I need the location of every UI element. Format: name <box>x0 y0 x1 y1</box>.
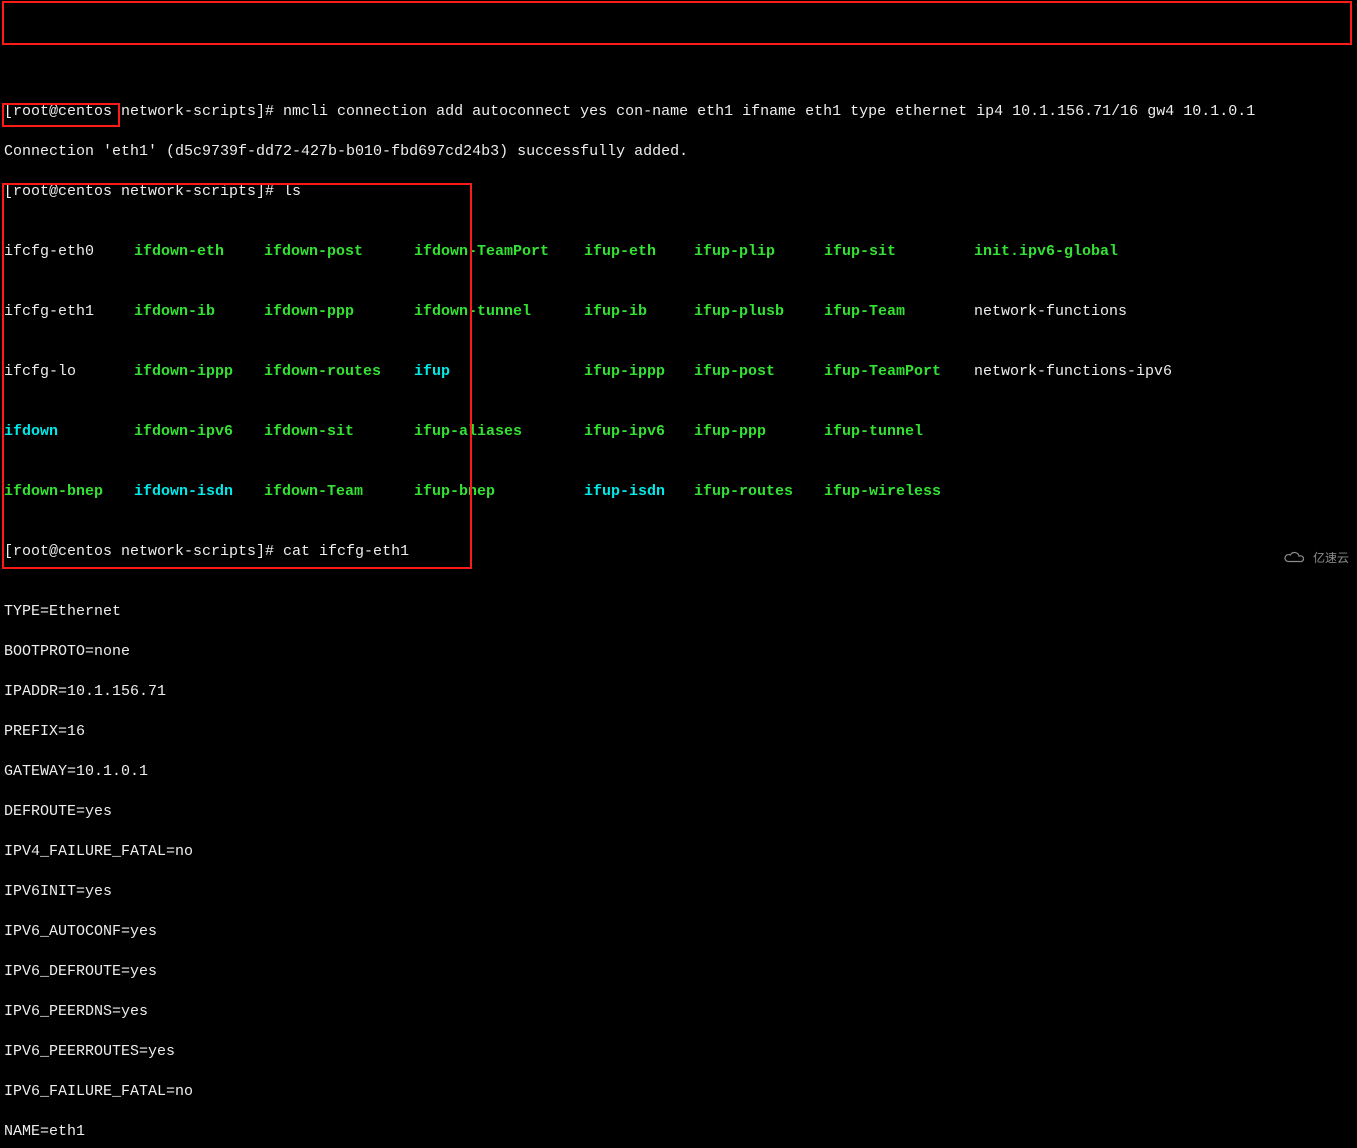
file-ifup-ppp: ifup-ppp <box>694 422 824 442</box>
command-line-3: [root@centos network-scripts]# cat ifcfg… <box>4 542 1353 562</box>
cat-line: IPV6INIT=yes <box>4 882 1353 902</box>
file-ifcfg-lo: ifcfg-lo <box>4 362 134 382</box>
shell-prompt: [root@centos network-scripts]# <box>4 543 283 560</box>
file-ifdown-ippp: ifdown-ippp <box>134 362 264 382</box>
cat-line: IPV6_PEERROUTES=yes <box>4 1042 1353 1062</box>
ls-row-2: ifcfg-eth1ifdown-ibifdown-pppifdown-tunn… <box>4 302 1353 322</box>
file-ifdown-team: ifdown-Team <box>264 482 414 502</box>
cat-line: IPV6_DEFROUTE=yes <box>4 962 1353 982</box>
shell-prompt: [root@centos network-scripts]# <box>4 103 283 120</box>
file-ifup-routes: ifup-routes <box>694 482 824 502</box>
file-ifcfg-eth0: ifcfg-eth0 <box>4 242 134 262</box>
file-ifup-ippp: ifup-ippp <box>584 362 694 382</box>
file-ifup-aliases: ifup-aliases <box>414 422 584 442</box>
file-ifdown-ib: ifdown-ib <box>134 302 264 322</box>
file-ifup-ib: ifup-ib <box>584 302 694 322</box>
file-ifdown-sit: ifdown-sit <box>264 422 414 442</box>
command-text: cat ifcfg-eth1 <box>283 543 409 560</box>
file-ifdown-eth: ifdown-eth <box>134 242 264 262</box>
output-connection-added: Connection 'eth1' (d5c9739f-dd72-427b-b0… <box>4 142 1353 162</box>
watermark: 亿速云 <box>1281 548 1349 568</box>
watermark-text: 亿速云 <box>1313 548 1349 568</box>
cat-line: NAME=eth1 <box>4 1122 1353 1142</box>
file-ifcfg-eth1: ifcfg-eth1 <box>4 302 134 322</box>
cat-line: IPV4_FAILURE_FATAL=no <box>4 842 1353 862</box>
shell-prompt: [root@centos network-scripts]# <box>4 183 283 200</box>
file-ifup-team: ifup-Team <box>824 302 974 322</box>
cloud-icon <box>1281 551 1309 565</box>
cat-line: IPV6_AUTOCONF=yes <box>4 922 1353 942</box>
file-ifdown-routes: ifdown-routes <box>264 362 414 382</box>
file-ifdown-ipv6: ifdown-ipv6 <box>134 422 264 442</box>
file-ifup-wireless: ifup-wireless <box>824 482 974 502</box>
highlight-box-command <box>2 1 1352 45</box>
command-line-1: [root@centos network-scripts]# nmcli con… <box>4 102 1353 122</box>
file-ifup: ifup <box>414 362 584 382</box>
file-ifup-plusb: ifup-plusb <box>694 302 824 322</box>
file-ifup-plip: ifup-plip <box>694 242 824 262</box>
command-text: ls <box>283 183 301 200</box>
ls-row-4: ifdownifdown-ipv6ifdown-sitifup-aliasesi… <box>4 422 1353 442</box>
file-ifdown-teamport: ifdown-TeamPort <box>414 242 584 262</box>
cat-line: IPV6_PEERDNS=yes <box>4 1002 1353 1022</box>
file-ifup-tunnel: ifup-tunnel <box>824 422 974 442</box>
file-ifdown-post: ifdown-post <box>264 242 414 262</box>
cat-line: IPADDR=10.1.156.71 <box>4 682 1353 702</box>
file-ifdown: ifdown <box>4 422 134 442</box>
ls-row-3: ifcfg-loifdown-ipppifdown-routesifupifup… <box>4 362 1353 382</box>
file-ifdown-isdn: ifdown-isdn <box>134 482 264 502</box>
file-ifup-bnep: ifup-bnep <box>414 482 584 502</box>
cat-line: GATEWAY=10.1.0.1 <box>4 762 1353 782</box>
cat-line: TYPE=Ethernet <box>4 602 1353 622</box>
file-ifup-ipv6: ifup-ipv6 <box>584 422 694 442</box>
file-ifdown-bnep: ifdown-bnep <box>4 482 134 502</box>
file-ifup-post: ifup-post <box>694 362 824 382</box>
command-text: nmcli connection add autoconnect yes con… <box>283 103 1255 120</box>
file-init-ipv6-global: init.ipv6-global <box>974 242 1118 262</box>
ls-row-1: ifcfg-eth0ifdown-ethifdown-postifdown-Te… <box>4 242 1353 262</box>
terminal-output[interactable]: [root@centos network-scripts]# nmcli con… <box>0 80 1357 1148</box>
file-ifup-eth: ifup-eth <box>584 242 694 262</box>
cat-line: BOOTPROTO=none <box>4 642 1353 662</box>
cat-line: PREFIX=16 <box>4 722 1353 742</box>
file-ifup-sit: ifup-sit <box>824 242 974 262</box>
file-ifdown-ppp: ifdown-ppp <box>264 302 414 322</box>
ls-row-5: ifdown-bnepifdown-isdnifdown-Teamifup-bn… <box>4 482 1353 502</box>
file-network-functions-ipv6: network-functions-ipv6 <box>974 362 1172 382</box>
file-network-functions: network-functions <box>974 302 1127 322</box>
cat-line: DEFROUTE=yes <box>4 802 1353 822</box>
file-ifdown-tunnel: ifdown-tunnel <box>414 302 584 322</box>
file-ifup-teamport: ifup-TeamPort <box>824 362 974 382</box>
cat-line: IPV6_FAILURE_FATAL=no <box>4 1082 1353 1102</box>
command-line-2: [root@centos network-scripts]# ls <box>4 182 1353 202</box>
file-ifup-isdn: ifup-isdn <box>584 482 694 502</box>
